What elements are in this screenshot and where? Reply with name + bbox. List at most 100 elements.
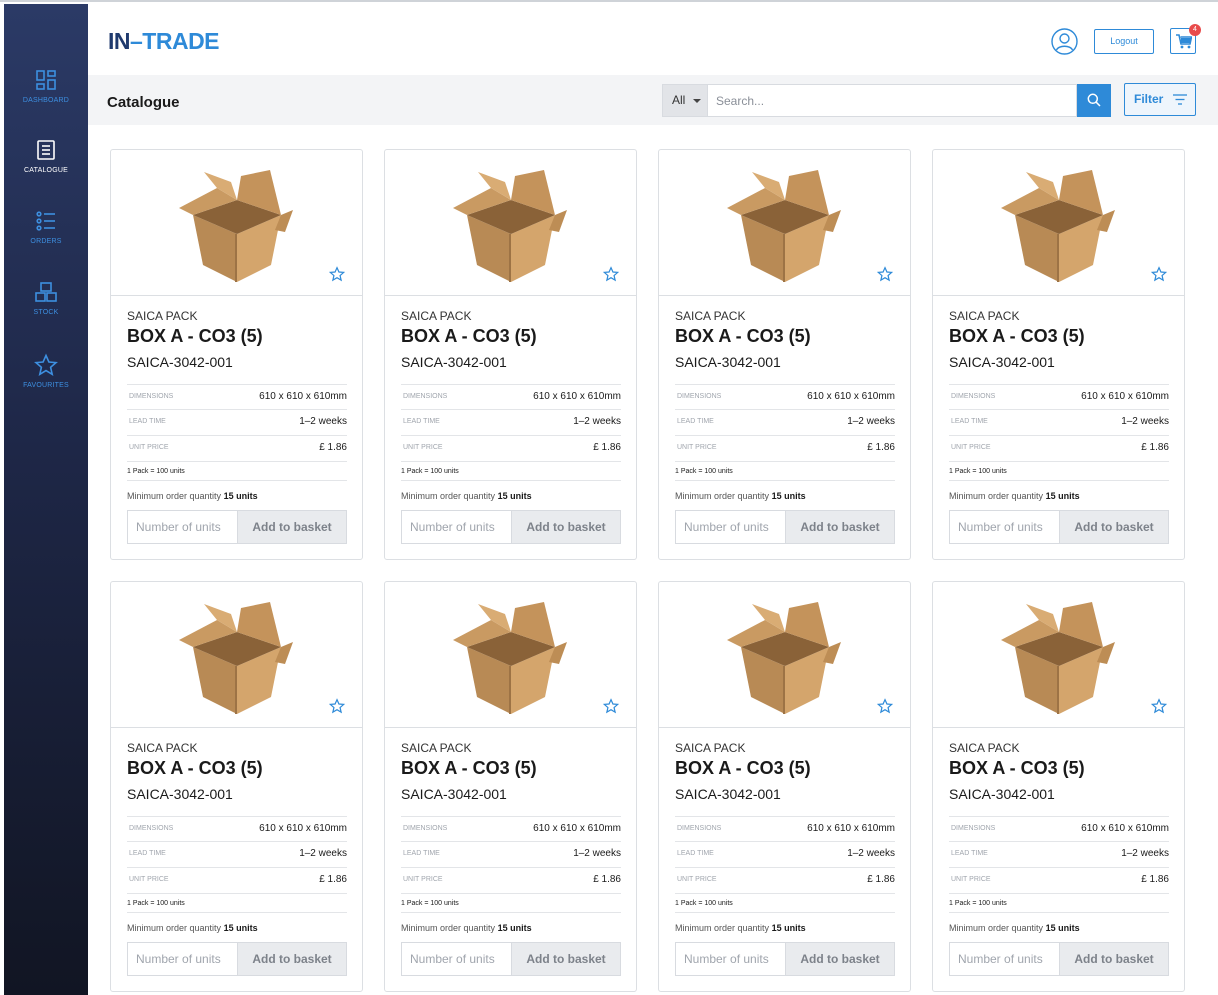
min-order-quantity: Minimum order quantity 15 units <box>675 491 806 501</box>
sidebar-item-dashboard[interactable]: DASHBOARD <box>4 68 88 104</box>
favourite-star-icon <box>876 266 894 282</box>
add-to-basket-button[interactable]: Add to basket <box>785 942 895 976</box>
product-card[interactable]: SAICA PACK BOX A - CO3 (5) SAICA-3042-001 D… <box>932 581 1185 992</box>
product-image-area[interactable] <box>385 150 636 296</box>
quantity-input[interactable] <box>949 510 1060 544</box>
moq-label: Minimum order quantity <box>675 491 770 501</box>
search-input[interactable] <box>708 84 1077 117</box>
lead-time-row: LEAD TIME 1–2 weeks <box>675 409 895 434</box>
dimensions-label: DIMENSIONS <box>403 393 448 400</box>
favourite-button[interactable] <box>876 266 894 287</box>
favourite-button[interactable] <box>1150 698 1168 719</box>
quantity-input[interactable] <box>675 942 786 976</box>
product-card[interactable]: SAICA PACK BOX A - CO3 (5) SAICA-3042-001 D… <box>384 581 637 992</box>
product-image-area[interactable] <box>659 582 910 728</box>
product-name[interactable]: BOX A - CO3 (5) <box>127 758 263 779</box>
product-image-area[interactable] <box>659 150 910 296</box>
unit-price-value: £ 1.86 <box>1141 874 1169 885</box>
min-order-quantity: Minimum order quantity 15 units <box>401 491 532 501</box>
add-to-basket-button[interactable]: Add to basket <box>237 942 347 976</box>
favourite-button[interactable] <box>1150 266 1168 287</box>
product-name[interactable]: BOX A - CO3 (5) <box>675 758 811 779</box>
moq-value: 15 units <box>1045 923 1080 933</box>
lead-time-value: 1–2 weeks <box>847 848 895 859</box>
dimensions-row: DIMENSIONS 610 x 610 x 610mm <box>127 816 347 841</box>
quantity-input[interactable] <box>675 510 786 544</box>
pack-note: 1 Pack = 100 units <box>949 893 1169 913</box>
dimensions-value: 610 x 610 x 610mm <box>1081 391 1169 402</box>
logout-button[interactable]: Logout <box>1094 29 1154 54</box>
product-name[interactable]: BOX A - CO3 (5) <box>949 758 1085 779</box>
unit-price-value: £ 1.86 <box>319 874 347 885</box>
favourite-button[interactable] <box>602 266 620 287</box>
lead-time-row: LEAD TIME 1–2 weeks <box>127 841 347 866</box>
favourite-star-icon <box>876 698 894 714</box>
product-card[interactable]: SAICA PACK BOX A - CO3 (5) SAICA-3042-001 D… <box>932 149 1185 560</box>
logo-dash: – <box>130 28 143 54</box>
product-card[interactable]: SAICA PACK BOX A - CO3 (5) SAICA-3042-001 D… <box>658 149 911 560</box>
product-sku: SAICA-3042-001 <box>127 354 233 370</box>
add-to-basket-button[interactable]: Add to basket <box>1059 510 1169 544</box>
product-image-area[interactable] <box>933 582 1184 728</box>
cart-count-badge: 4 <box>1189 24 1201 36</box>
sidebar-item-orders[interactable]: ORDERS <box>4 209 88 245</box>
unit-price-row: UNIT PRICE £ 1.86 <box>401 867 621 892</box>
dimensions-label: DIMENSIONS <box>677 393 722 400</box>
quantity-input[interactable] <box>127 510 238 544</box>
add-to-basket-button[interactable]: Add to basket <box>511 942 621 976</box>
dashboard-icon <box>36 70 56 90</box>
supplier-name: SAICA PACK <box>949 309 1020 323</box>
user-icon[interactable] <box>1051 28 1078 55</box>
search-button[interactable] <box>1077 84 1111 117</box>
dimensions-row: DIMENSIONS 610 x 610 x 610mm <box>675 816 895 841</box>
pack-note: 1 Pack = 100 units <box>127 461 347 481</box>
cart-button[interactable]: 4 <box>1170 24 1201 54</box>
min-order-quantity: Minimum order quantity 15 units <box>127 491 258 501</box>
lead-time-label: LEAD TIME <box>129 418 166 425</box>
favourite-button[interactable] <box>876 698 894 719</box>
unit-price-label: UNIT PRICE <box>403 444 443 451</box>
add-to-basket-button[interactable]: Add to basket <box>237 510 347 544</box>
dimensions-row: DIMENSIONS 610 x 610 x 610mm <box>401 384 621 409</box>
favourite-button[interactable] <box>328 698 346 719</box>
product-image-area[interactable] <box>111 582 362 728</box>
product-image-area[interactable] <box>111 150 362 296</box>
star-icon <box>34 353 58 376</box>
add-to-basket-button[interactable]: Add to basket <box>785 510 895 544</box>
brand-logo[interactable]: IN–TRADE <box>108 28 220 55</box>
quantity-input[interactable] <box>949 942 1060 976</box>
product-card[interactable]: SAICA PACK BOX A - CO3 (5) SAICA-3042-001 D… <box>110 581 363 992</box>
product-image-area[interactable] <box>933 150 1184 296</box>
favourite-button[interactable] <box>602 698 620 719</box>
sidebar-item-label: FAVOURITES <box>23 382 69 389</box>
sidebar-item-stock[interactable]: STOCK <box>4 280 88 316</box>
product-image-area[interactable] <box>385 582 636 728</box>
lead-time-row: LEAD TIME 1–2 weeks <box>949 841 1169 866</box>
add-to-basket-button[interactable]: Add to basket <box>1059 942 1169 976</box>
quantity-input[interactable] <box>401 942 512 976</box>
quantity-input[interactable] <box>127 942 238 976</box>
product-name[interactable]: BOX A - CO3 (5) <box>401 326 537 347</box>
product-card[interactable]: SAICA PACK BOX A - CO3 (5) SAICA-3042-001 D… <box>110 149 363 560</box>
add-to-basket-button[interactable]: Add to basket <box>511 510 621 544</box>
dimensions-label: DIMENSIONS <box>677 825 722 832</box>
filter-button[interactable]: Filter <box>1124 83 1196 116</box>
dimensions-row: DIMENSIONS 610 x 610 x 610mm <box>949 384 1169 409</box>
sidebar-item-catalogue[interactable]: CATALOGUE <box>0 132 88 186</box>
product-image <box>727 602 843 721</box>
product-name[interactable]: BOX A - CO3 (5) <box>675 326 811 347</box>
product-name[interactable]: BOX A - CO3 (5) <box>127 326 263 347</box>
quantity-input[interactable] <box>401 510 512 544</box>
search-scope-select[interactable]: All <box>662 84 708 117</box>
unit-price-value: £ 1.86 <box>867 874 895 885</box>
product-card[interactable]: SAICA PACK BOX A - CO3 (5) SAICA-3042-001 D… <box>658 581 911 992</box>
product-card[interactable]: SAICA PACK BOX A - CO3 (5) SAICA-3042-001 D… <box>384 149 637 560</box>
cardboard-box-image <box>727 170 841 282</box>
product-name[interactable]: BOX A - CO3 (5) <box>401 758 537 779</box>
sidebar-item-favourites[interactable]: FAVOURITES <box>4 353 88 389</box>
favourite-button[interactable] <box>328 266 346 287</box>
product-image <box>179 602 295 721</box>
product-name[interactable]: BOX A - CO3 (5) <box>949 326 1085 347</box>
lead-time-value: 1–2 weeks <box>573 416 621 427</box>
unit-price-row: UNIT PRICE £ 1.86 <box>401 435 621 460</box>
